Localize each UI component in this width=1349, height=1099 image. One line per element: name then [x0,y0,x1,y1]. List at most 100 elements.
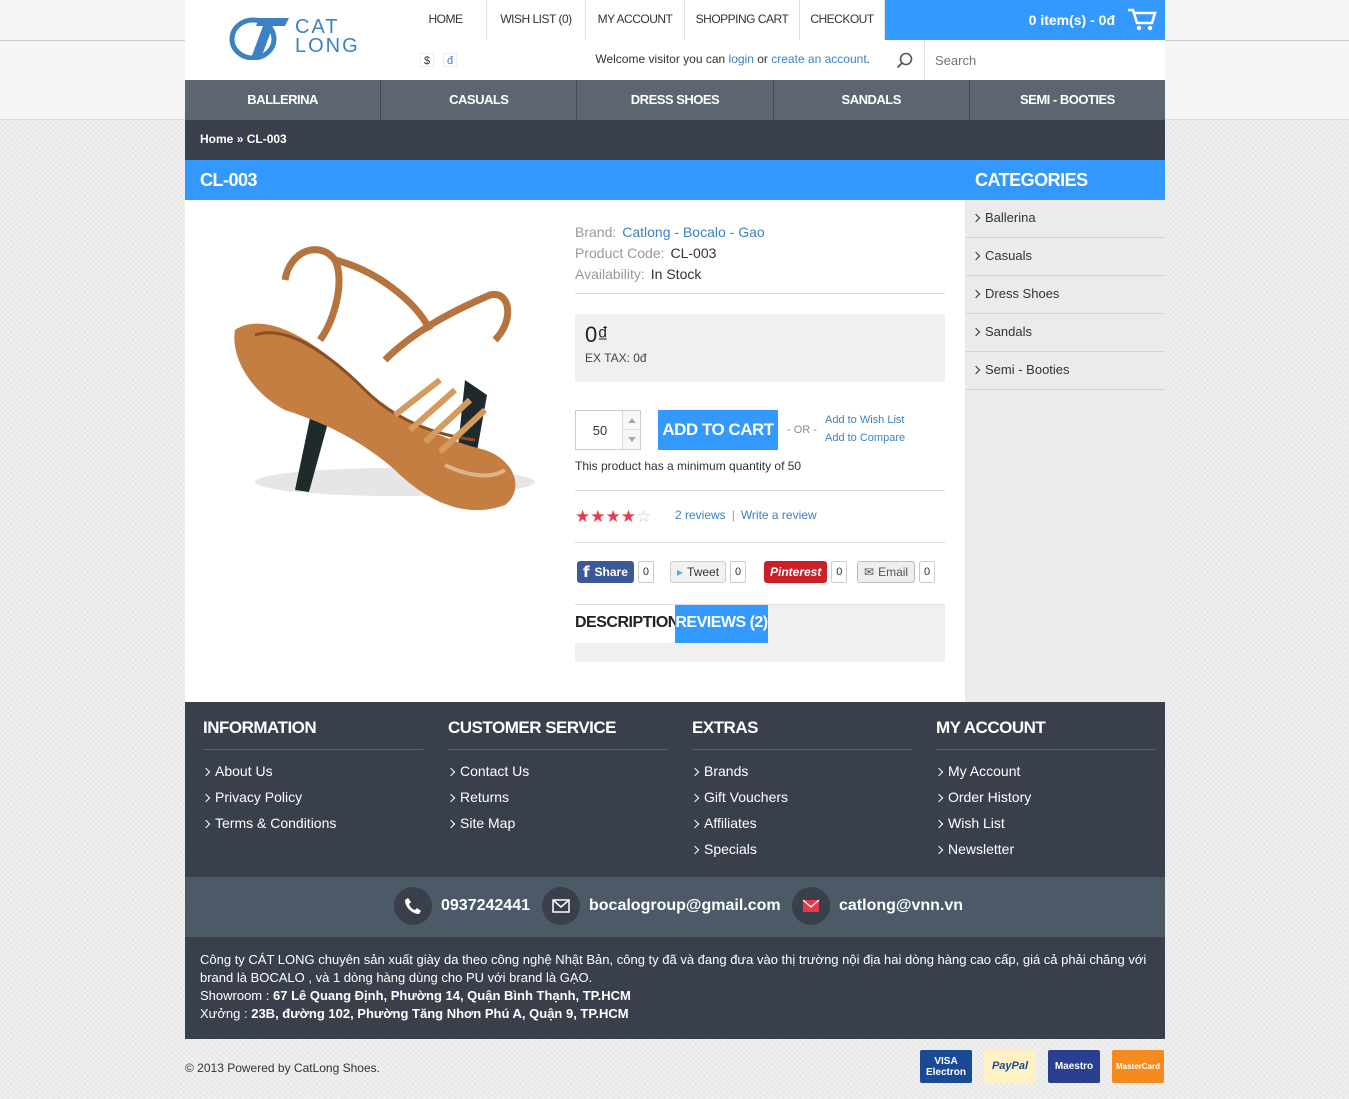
footer-heading: MY ACCOUNT [936,716,1156,750]
tweet-count: 0 [730,561,747,583]
chevron-right-icon [201,767,211,777]
top-nav-checkout[interactable]: CHECKOUT [800,0,885,40]
category-label: Dress Shoes [985,286,1060,301]
footer-heading: INFORMATION [203,716,423,750]
footer-link-my-account[interactable]: My Account [934,758,1156,784]
tweet-button[interactable]: ▸ Tweet [670,561,727,583]
star-icon: ★ [605,507,621,526]
footer-link-sitemap[interactable]: Site Map [446,810,668,836]
phone-number[interactable]: 0937242441 [441,897,530,915]
star-icon: ★ [575,507,591,526]
main-nav-semi-booties[interactable]: SEMI - BOOTIES [970,80,1165,120]
chevron-right-icon [690,793,700,803]
footer-link-about[interactable]: About Us [201,758,423,784]
chevron-right-icon [201,793,211,803]
email-share-button[interactable]: ✉ Email [857,561,916,583]
footer-link-returns[interactable]: Returns [446,784,668,810]
header-subrow: $ đ Welcome visitor you can login or cre… [405,40,885,80]
create-account-link[interactable]: create an account [771,52,866,66]
logo[interactable]: CAT LONG [185,0,405,80]
footer-column-customer-service: CUSTOMER SERVICE Contact Us Returns Site… [446,716,668,836]
quantity-down-button[interactable] [622,430,640,449]
footer-column-information: INFORMATION About Us Privacy Policy Term… [201,716,423,836]
workshop-address: 23B, đường 102, Phường Tăng Nhơn Phú A, … [251,1006,629,1021]
footer-link-affiliates[interactable]: Affiliates [690,810,912,836]
breadcrumb-current[interactable]: CL-003 [247,132,287,146]
category-sandals[interactable]: Sandals [965,314,1165,352]
chevron-right-icon [971,289,981,299]
showroom-address: 67 Lê Quang Định, Phường 14, Quận Bình T… [273,988,631,1003]
main-nav-dress-shoes[interactable]: DRESS SHOES [577,80,774,120]
envelope-icon [542,887,580,925]
contact-email-2: catlong@vnn.vn [792,887,963,925]
pinterest-button[interactable]: Pinterest [764,561,828,583]
add-to-cart-button[interactable]: ADD TO CART [658,410,778,450]
category-label: Ballerina [985,210,1036,225]
footer-heading: EXTRAS [692,716,912,750]
add-to-compare-link[interactable]: Add to Compare [825,432,905,444]
main-nav-sandals[interactable]: SANDALS [774,80,970,120]
category-label: Semi - Booties [985,362,1070,377]
star-empty-icon: ☆ [636,507,652,526]
category-casuals[interactable]: Casuals [965,238,1165,276]
category-dress-shoes[interactable]: Dress Shoes [965,276,1165,314]
footer-link-wish-list[interactable]: Wish List [934,810,1156,836]
cart-summary-button[interactable]: 0 item(s) - 0đ [885,0,1165,40]
email-address-2[interactable]: catlong@vnn.vn [839,897,963,915]
login-link[interactable]: login [729,52,754,66]
search-input[interactable] [925,40,1165,80]
tab-reviews[interactable]: REVIEWS (2) [675,605,768,643]
currency-usd[interactable]: $ [420,53,434,67]
quantity-stepper [575,410,641,450]
footer-link-terms[interactable]: Terms & Conditions [201,810,423,836]
pinterest-count: 0 [831,561,848,583]
or-separator: - OR - [787,424,817,436]
reviews-count-link[interactable]: 2 reviews [675,508,726,522]
top-nav-cart[interactable]: SHOPPING CART [685,0,800,40]
chevron-right-icon [446,767,456,777]
company-info: Công ty CÁT LONG chuyên sản xuất giày da… [185,937,1165,1039]
search-button[interactable] [885,40,925,80]
brand-link[interactable]: Catlong - Bocalo - Gao [622,224,764,240]
add-to-wishlist-link[interactable]: Add to Wish List [825,414,904,426]
pinterest-share: Pinterest 0 [764,560,848,584]
main-nav-ballerina[interactable]: BALLERINA [185,80,382,120]
availability-value: In Stock [650,266,702,282]
tab-description[interactable]: DESCRIPTION [575,605,679,643]
footer-link-order-history[interactable]: Order History [934,784,1156,810]
top-nav-wishlist[interactable]: WISH LIST (0) [487,0,586,40]
search-icon [896,52,913,69]
quantity-input[interactable] [576,411,624,449]
brand-label: Brand: [575,224,617,240]
footer-link-contact[interactable]: Contact Us [446,758,668,784]
footer-link-label: My Account [948,763,1021,779]
footer-link-specials[interactable]: Specials [690,836,912,862]
breadcrumb-home[interactable]: Home [200,132,233,146]
footer-link-brands[interactable]: Brands [690,758,912,784]
category-ballerina[interactable]: Ballerina [965,200,1165,238]
reviews-separator: | [731,508,735,522]
currency-vnd[interactable]: đ [443,53,457,67]
welcome-or: or [757,52,768,66]
contact-email-1: bocalogroup@gmail.com [542,887,781,925]
footer-link-label: Terms & Conditions [215,815,337,831]
footer-link-label: Newsletter [948,841,1015,857]
footer-column-extras: EXTRAS Brands Gift Vouchers Affiliates S… [690,716,912,862]
footer-link-privacy[interactable]: Privacy Policy [201,784,423,810]
product-image[interactable] [225,220,545,520]
facebook-share-button[interactable]: f Share [577,561,634,583]
footer-link-vouchers[interactable]: Gift Vouchers [690,784,912,810]
top-nav-account[interactable]: MY ACCOUNT [586,0,685,40]
footer-link-label: About Us [215,763,273,779]
footer-link-label: Order History [948,789,1032,805]
footer-link-newsletter[interactable]: Newsletter [934,836,1156,862]
quantity-up-button[interactable] [622,411,640,430]
write-review-link[interactable]: Write a review [741,508,817,522]
footer-column-my-account: MY ACCOUNT My Account Order History Wish… [934,716,1156,862]
email-share: ✉ Email 0 [857,560,936,584]
footer-link-label: Contact Us [460,763,530,779]
category-semi-booties[interactable]: Semi - Booties [965,352,1165,390]
main-nav-casuals[interactable]: CASUALS [381,80,578,120]
top-nav-home[interactable]: HOME [405,0,487,40]
email-address-1[interactable]: bocalogroup@gmail.com [589,897,781,915]
